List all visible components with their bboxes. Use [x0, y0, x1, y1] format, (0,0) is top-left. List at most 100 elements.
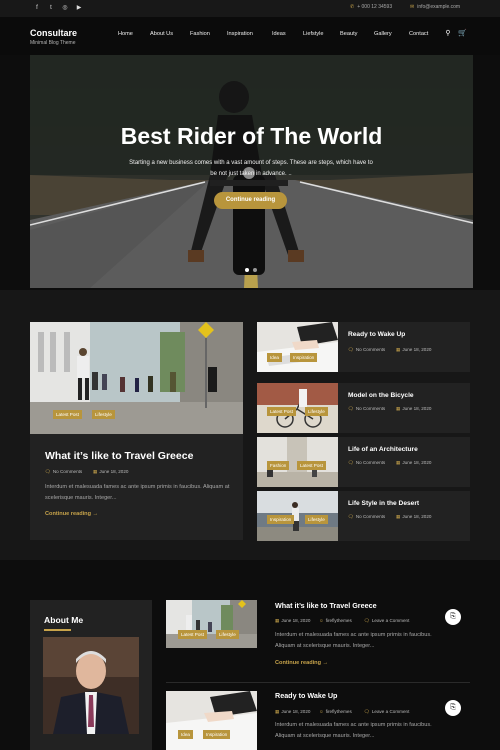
site-header: Consultare Minimal Blog Theme Home About…	[0, 17, 500, 55]
tag-lifestyle[interactable]: Lifestyle	[305, 407, 328, 416]
nav-lifestyle[interactable]: Liefstyle	[303, 31, 324, 37]
slider-dot[interactable]	[253, 268, 257, 272]
nav-ideas[interactable]: Ideas	[272, 31, 286, 37]
tag-latest-post[interactable]: Latest Post	[178, 630, 207, 639]
user-icon: ☺	[319, 709, 324, 714]
side-post-date[interactable]: ▦ June 18, 2020	[396, 514, 431, 520]
tag-inspiration[interactable]: Inspiration	[267, 515, 295, 524]
comment-icon: 🗨	[364, 618, 370, 623]
nav-about-us[interactable]: About Us	[150, 31, 173, 37]
side-post-comments[interactable]: 🗨 No Comments	[348, 347, 385, 353]
share-icon[interactable]: ⎘	[445, 609, 461, 625]
post-title[interactable]: Ready to Wake Up	[275, 691, 337, 700]
nav-inspiration[interactable]: Inspiration	[227, 31, 253, 37]
date-label: June 18, 2020	[402, 406, 432, 411]
tag-latest-post[interactable]: Latest Post	[53, 410, 82, 419]
featured-post-image[interactable]: Latest Post Lifestyle	[30, 322, 243, 434]
tag-latest-post[interactable]: Latest Post	[297, 461, 326, 470]
email-contact[interactable]: ✉ info@example.com	[410, 4, 460, 10]
youtube-icon[interactable]: ▶	[75, 4, 83, 12]
post-continue-link[interactable]: Continue reading →	[275, 660, 328, 666]
nav-gallery[interactable]: Gallery	[374, 31, 392, 37]
featured-post-card[interactable]: Latest Post Lifestyle What it’s like to …	[30, 322, 243, 540]
comment-icon: 🗨	[348, 514, 354, 519]
tag-latest-post[interactable]: Latest Post	[267, 407, 296, 416]
side-post-title[interactable]: Ready to Wake Up	[348, 331, 405, 338]
date-label: June 18, 2020	[281, 709, 311, 714]
featured-post-title[interactable]: What it’s like to Travel Greece	[45, 450, 193, 462]
facebook-icon[interactable]: f	[33, 4, 41, 12]
comments-label: No Comments	[52, 469, 83, 474]
side-post-comments[interactable]: 🗨 No Comments	[348, 514, 385, 520]
hero-title[interactable]: Best Rider of The World	[30, 123, 473, 150]
search-icon[interactable]: ⚲	[444, 30, 452, 38]
phone-contact[interactable]: ✆ + 000 12 34593	[350, 4, 392, 10]
side-post-image[interactable]: Idea Inspiration	[257, 322, 338, 372]
cart-icon[interactable]: 🛒	[458, 30, 467, 38]
side-post-title[interactable]: Model on the Bicycle	[348, 392, 414, 399]
post-comments[interactable]: 🗨 Leave a Comment	[364, 709, 409, 715]
post-image[interactable]: Idea Inspiration	[166, 691, 257, 750]
hero-continue-button[interactable]: Continue reading	[214, 192, 287, 209]
side-post-date[interactable]: ▦ June 18, 2020	[396, 406, 431, 412]
tag-inspiration[interactable]: Inspiration	[290, 353, 318, 362]
slider-dot-active[interactable]	[245, 268, 249, 272]
tag-lifestyle[interactable]: Lifestyle	[216, 630, 239, 639]
instagram-icon[interactable]: ◎	[61, 4, 69, 12]
date-label: June 18, 2020	[99, 469, 129, 474]
tag-inspiration[interactable]: Inspiration	[203, 730, 231, 739]
side-post-card[interactable]: Idea Inspiration Ready to Wake Up 🗨 No Co…	[257, 322, 470, 372]
comment-icon: 🗨	[348, 347, 354, 352]
post-image[interactable]: Latest Post Lifestyle	[166, 600, 257, 648]
side-post-comments[interactable]: 🗨 No Comments	[348, 460, 385, 466]
featured-comments[interactable]: 🗨 No Comments	[45, 469, 82, 475]
date-label: June 18, 2020	[402, 347, 432, 352]
about-photo	[43, 637, 139, 734]
side-post-comments[interactable]: 🗨 No Comments	[348, 406, 385, 412]
tag-idea[interactable]: Idea	[267, 353, 282, 362]
calendar-icon: ▦	[396, 347, 401, 352]
tag-fashion[interactable]: Fashion	[267, 461, 290, 470]
featured-date[interactable]: ▦ June 18, 2020	[93, 469, 128, 475]
side-post-image[interactable]: Inspiration Lifestyle	[257, 491, 338, 541]
nav-home[interactable]: Home	[118, 31, 133, 37]
about-widget: About Me	[30, 600, 152, 750]
tag-idea[interactable]: Idea	[178, 730, 193, 739]
post-date[interactable]: ▦ June 18, 2020	[275, 618, 310, 624]
post-author[interactable]: ☺ fireflythemes	[319, 618, 352, 623]
side-post-title[interactable]: Life Style in the Desert	[348, 500, 419, 507]
side-post-image[interactable]: Latest Post Lifestyle	[257, 383, 338, 433]
comment-icon: 🗨	[348, 406, 354, 411]
nav-contact[interactable]: Contact	[409, 31, 428, 37]
hero-slider[interactable]: Best Rider of The World Starting a new b…	[30, 55, 473, 288]
side-post-card[interactable]: Latest Post Lifestyle Model on the Bicyc…	[257, 383, 470, 433]
post-date[interactable]: ▦ June 18, 2020	[275, 709, 310, 715]
post-author[interactable]: ☺ fireflythemes	[319, 709, 352, 714]
post-title[interactable]: What it’s like to Travel Greece	[275, 601, 377, 610]
tag-lifestyle[interactable]: Lifestyle	[305, 515, 328, 524]
comment-icon: 🗨	[348, 460, 354, 465]
comments-label: No Comments	[355, 514, 386, 519]
comments-label: Leave a Comment	[371, 709, 410, 714]
featured-continue-link[interactable]: Continue reading →	[45, 511, 98, 517]
twitter-icon[interactable]: t	[47, 4, 55, 12]
calendar-icon: ▦	[275, 709, 280, 714]
user-icon: ☺	[319, 618, 324, 623]
post-comments[interactable]: 🗨 Leave a Comment	[364, 618, 409, 624]
top-bar: f t ◎ ▶ ✆ + 000 12 34593 ✉ info@example.co…	[0, 0, 500, 17]
email-address: info@example.com	[417, 4, 461, 10]
share-icon[interactable]: ⎘	[445, 700, 461, 716]
side-post-title[interactable]: Life of an Architecture	[348, 446, 418, 453]
side-post-image[interactable]: Fashion Latest Post	[257, 437, 338, 487]
comments-label: Leave a Comment	[371, 618, 410, 623]
nav-fashion[interactable]: Fashion	[190, 31, 210, 37]
side-post-card[interactable]: Inspiration Lifestyle Life Style in the …	[257, 491, 470, 541]
comment-icon: 🗨	[364, 709, 370, 714]
tag-lifestyle[interactable]: Lifestyle	[92, 410, 115, 419]
side-post-card[interactable]: Fashion Latest Post Life of an Architect…	[257, 437, 470, 487]
side-post-date[interactable]: ▦ June 18, 2020	[396, 460, 431, 466]
nav-beauty[interactable]: Beauty	[340, 31, 357, 37]
post-divider	[166, 682, 470, 683]
side-post-date[interactable]: ▦ June 18, 2020	[396, 347, 431, 353]
site-title[interactable]: Consultare	[30, 28, 77, 38]
